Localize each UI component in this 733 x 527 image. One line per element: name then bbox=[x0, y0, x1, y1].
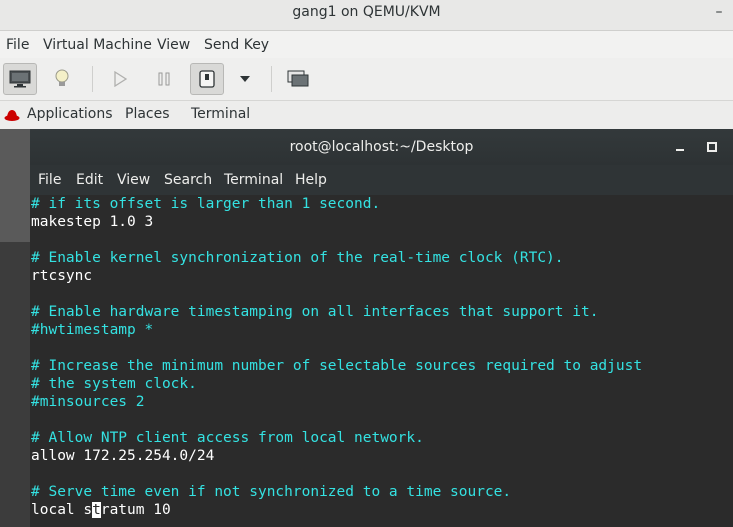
toolbar-separator bbox=[271, 66, 272, 92]
terminal-menu-view[interactable]: View bbox=[117, 165, 150, 195]
terminal-line: # if its offset is larger than 1 second. bbox=[31, 196, 381, 212]
terminal-minimize-icon[interactable] bbox=[673, 139, 687, 155]
terminal-line: #hwtimestamp * bbox=[31, 322, 154, 338]
dropdown-icon[interactable] bbox=[228, 63, 262, 95]
terminal-line: # Enable hardware timestamping on all in… bbox=[31, 304, 599, 320]
terminal-menu-edit[interactable]: Edit bbox=[76, 165, 103, 195]
menu-file[interactable]: File bbox=[6, 35, 29, 55]
terminal-maximize-icon[interactable] bbox=[705, 139, 719, 155]
text-after-cursor: ratum 10 bbox=[100, 502, 171, 518]
terminal-line: makestep 1.0 3 bbox=[31, 214, 154, 230]
terminal-line: rtcsync bbox=[31, 268, 93, 284]
desktop-window-edge bbox=[0, 129, 30, 242]
terminal-app-menu[interactable]: Terminal bbox=[191, 101, 250, 129]
menu-send-key[interactable]: Send Key bbox=[204, 35, 269, 55]
terminal-title: root@localhost:~/Desktop bbox=[289, 139, 474, 155]
vm-menubar: File Virtual Machine View Send Key bbox=[0, 31, 733, 58]
details-lightbulb-icon[interactable] bbox=[45, 63, 79, 95]
terminal-menu-search[interactable]: Search bbox=[164, 165, 212, 195]
redhat-logo-icon bbox=[4, 107, 20, 126]
menu-view[interactable]: View bbox=[157, 35, 190, 55]
terminal-line: # the system clock. bbox=[31, 376, 197, 392]
terminal-line: allow 172.25.254.0/24 bbox=[31, 448, 215, 464]
console-icon[interactable] bbox=[3, 63, 37, 95]
applications-menu[interactable]: Applications bbox=[27, 101, 113, 129]
terminal-line: # Allow NTP client access from local net… bbox=[31, 430, 424, 446]
text-cursor: t bbox=[92, 502, 101, 518]
vm-toolbar bbox=[0, 58, 733, 101]
vm-window-titlebar: gang1 on QEMU/KVM – bbox=[0, 0, 733, 31]
menu-virtual-machine[interactable]: Virtual Machine bbox=[43, 35, 152, 55]
gnome-top-bar: Applications Places Terminal bbox=[0, 101, 733, 129]
terminal-titlebar: root@localhost:~/Desktop bbox=[30, 129, 733, 165]
terminal-line: #minsources 2 bbox=[31, 394, 145, 410]
places-menu[interactable]: Places bbox=[125, 101, 170, 129]
text-before-cursor: local s bbox=[31, 502, 93, 518]
toolbar-separator bbox=[92, 66, 93, 92]
run-icon[interactable] bbox=[103, 63, 137, 95]
minimize-button[interactable]: – bbox=[711, 2, 727, 22]
terminal-content[interactable]: # if its offset is larger than 1 second.… bbox=[30, 195, 733, 527]
terminal-menubar: File Edit View Search Terminal Help bbox=[30, 165, 733, 196]
terminal-window: root@localhost:~/Desktop File Edit View … bbox=[30, 129, 733, 527]
window-title: gang1 on QEMU/KVM bbox=[292, 4, 441, 20]
terminal-menu-help[interactable]: Help bbox=[295, 165, 327, 195]
terminal-line: # Serve time even if not synchronized to… bbox=[31, 484, 512, 500]
shutdown-icon[interactable] bbox=[190, 63, 224, 95]
terminal-line-cursor: local stratum 10 bbox=[31, 501, 171, 519]
pause-icon[interactable] bbox=[147, 63, 181, 95]
terminal-menu-file[interactable]: File bbox=[38, 165, 61, 195]
screenshot-icon[interactable] bbox=[281, 63, 315, 95]
terminal-menu-terminal[interactable]: Terminal bbox=[224, 165, 283, 195]
terminal-line: # Enable kernel synchronization of the r… bbox=[31, 250, 564, 266]
terminal-line: # Increase the minimum number of selecta… bbox=[31, 358, 643, 374]
